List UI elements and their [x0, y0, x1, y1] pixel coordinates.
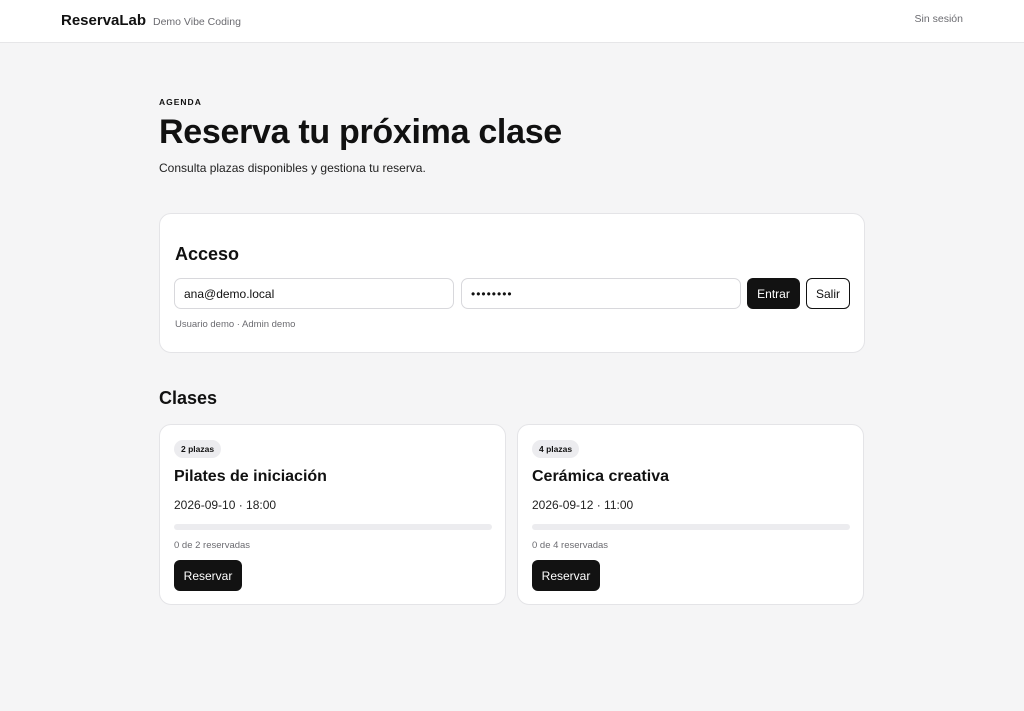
top-bar: ReservaLab Demo Vibe Coding Sin sesión — [0, 0, 1024, 43]
seats-badge: 4 plazas — [532, 440, 580, 458]
reservation-progress-bar — [532, 524, 850, 530]
demo-users-hint: Usuario demo · Admin demo — [175, 319, 296, 330]
reserved-count: 0 de 4 reservadas — [532, 540, 609, 551]
class-card: 4 plazas Cerámica creativa 2026-09-12 · … — [517, 424, 864, 605]
access-title: Acceso — [175, 244, 240, 264]
email-input[interactable] — [174, 278, 454, 309]
class-datetime: 2026-09-10 · 18:00 — [174, 498, 277, 512]
seats-badge: 2 plazas — [174, 440, 222, 458]
reserve-button[interactable]: Reservar — [532, 560, 600, 591]
session-status: Sin sesión — [914, 13, 963, 25]
logout-button[interactable]: Salir — [806, 278, 850, 309]
class-name: Pilates de iniciación — [174, 468, 327, 485]
password-input[interactable] — [461, 278, 741, 309]
reservation-progress-bar — [174, 524, 492, 530]
page-subtitle: Consulta plazas disponibles y gestiona t… — [159, 161, 426, 175]
classes-title: Clases — [159, 388, 218, 408]
page-title: Reserva tu próxima clase — [159, 113, 562, 151]
reserved-count: 0 de 2 reservadas — [174, 540, 251, 551]
login-button[interactable]: Entrar — [747, 278, 800, 309]
class-datetime: 2026-09-12 · 11:00 — [532, 498, 634, 512]
class-card: 2 plazas Pilates de iniciación 2026-09-1… — [159, 424, 506, 605]
access-card: Acceso Entrar Salir Usuario demo · Admin… — [159, 213, 865, 353]
reserve-button[interactable]: Reservar — [174, 560, 242, 591]
brand-subtitle: Demo Vibe Coding — [153, 16, 241, 28]
section-eyebrow: AGENDA — [159, 97, 202, 107]
brand-logo[interactable]: ReservaLab — [61, 12, 146, 29]
class-name: Cerámica creativa — [532, 468, 669, 485]
